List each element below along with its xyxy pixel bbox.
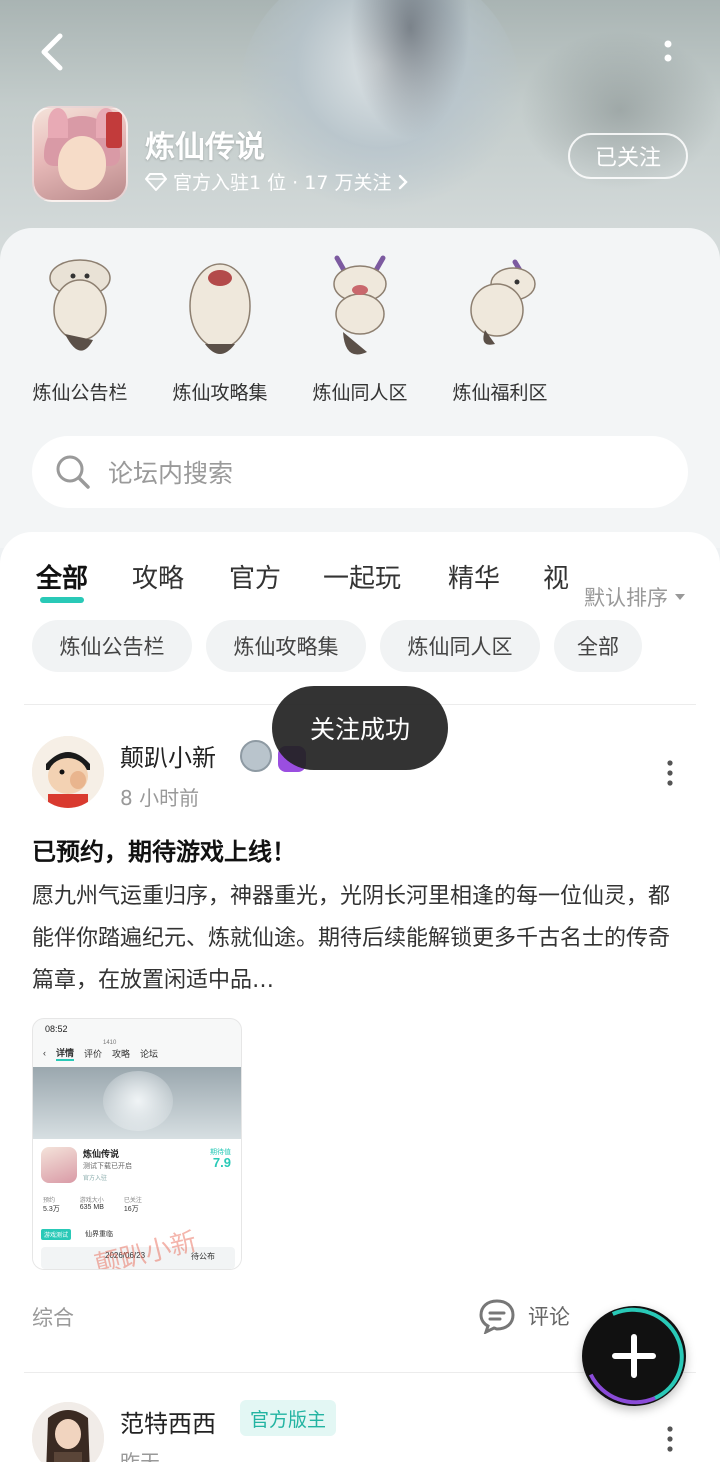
- feed-tabs: 全部 攻略 官方 一起玩 精华 视 默认排序: [0, 554, 720, 612]
- post-time: 昨天: [120, 1450, 160, 1462]
- section-label: 炼仙同人区: [312, 382, 408, 404]
- diamond-icon: [145, 172, 167, 191]
- comment-label: 评论: [528, 1305, 570, 1329]
- thumb-tab: 详情: [56, 1046, 75, 1061]
- header-banner: 炼仙传说 官方入驻1 位 · 17 万关注 已关注: [0, 0, 720, 260]
- avatar[interactable]: [32, 736, 104, 808]
- tab-all[interactable]: 全部: [36, 558, 88, 603]
- create-post-button[interactable]: [582, 1306, 686, 1406]
- post-body[interactable]: 愿九州气运重归序，神器重光，光阴长河里相逢的每一位仙灵，都能伴你踏遍纪元、炼就仙…: [32, 876, 688, 1002]
- thumb-tabs: ‹ 详情 评价 攻略 论坛 1410: [33, 1039, 241, 1067]
- game-meta-link[interactable]: 官方入驻1 位 · 17 万关注: [145, 168, 409, 195]
- thumb-stat: 预约 5.3万: [43, 1198, 60, 1213]
- thumb-review-count: 1410: [103, 1040, 117, 1046]
- post-image-thumbnail[interactable]: 08:52 ‹ 详情 评价 攻略 论坛 1410 炼仙传说 测试下载已开启 官方…: [32, 1018, 242, 1270]
- post-category[interactable]: 综合: [32, 1302, 74, 1332]
- thumb-tab: 论坛: [140, 1048, 159, 1059]
- post-author[interactable]: 颠趴小新: [120, 738, 216, 773]
- game-meta-text: 官方入驻1 位 · 17 万关注: [173, 172, 392, 194]
- chip-all[interactable]: 全部: [554, 620, 642, 672]
- game-title: 炼仙传说: [145, 130, 265, 165]
- post-author[interactable]: 范特西西: [120, 1404, 216, 1439]
- sort-dropdown[interactable]: 默认排序: [580, 582, 686, 612]
- level-badge-icon: [240, 740, 272, 772]
- chevron-left-icon: [41, 33, 63, 71]
- section-announcements[interactable]: 炼仙公告栏: [15, 248, 145, 405]
- comment-button[interactable]: 评论: [478, 1298, 570, 1334]
- tab-guides[interactable]: 攻略: [132, 558, 184, 595]
- sort-label: 默认排序: [584, 586, 668, 610]
- section-label: 炼仙公告栏: [32, 382, 128, 404]
- thumb-score: 7.9: [212, 1155, 231, 1170]
- followed-button[interactable]: 已关注: [568, 133, 688, 179]
- post-time: 8 小时前: [120, 786, 200, 810]
- follow-success-toast: 关注成功: [272, 686, 448, 770]
- thumb-tab: 评价: [84, 1048, 103, 1059]
- thumb-badge: 官方入驻: [83, 1176, 108, 1182]
- chip-fanworks[interactable]: 炼仙同人区: [380, 620, 540, 672]
- caret-down-icon: [675, 594, 685, 600]
- thumb-stat: 已关注 16万: [123, 1198, 142, 1213]
- forum-search-input[interactable]: 论坛内搜索: [32, 436, 688, 508]
- chevron-right-icon: [399, 174, 409, 189]
- thumb-tab: 攻略: [112, 1048, 131, 1059]
- mascot-icon: [455, 248, 545, 364]
- search-placeholder: 论坛内搜索: [108, 459, 234, 488]
- section-fanworks[interactable]: 炼仙同人区: [295, 248, 425, 405]
- thumb-back-icon: ‹: [43, 1048, 46, 1058]
- thumb-stat: 游戏大小 635 MB: [79, 1198, 104, 1211]
- post-more-button[interactable]: [664, 1424, 676, 1454]
- thumb-test-name: 仙界重临: [85, 1231, 113, 1238]
- post-more-button[interactable]: [664, 758, 676, 788]
- back-button[interactable]: [34, 30, 74, 74]
- thumb-test-tag: 游戏测试: [41, 1229, 72, 1240]
- thumb-banner: [33, 1067, 241, 1139]
- comment-icon: [479, 1299, 515, 1334]
- more-vertical-icon: [664, 40, 672, 62]
- thumb-subtitle: 测试下载已开启: [83, 1163, 132, 1170]
- mascot-icon: [175, 248, 265, 364]
- post-title[interactable]: 已预约，期待游戏上线！: [32, 832, 296, 867]
- mascot-icon: [315, 248, 405, 364]
- moderator-badge: 官方版主: [240, 1400, 337, 1436]
- banner-artwork-figure: [350, 0, 470, 140]
- section-label: 炼仙福利区: [452, 382, 548, 404]
- game-icon: [32, 106, 128, 202]
- more-vertical-icon: [667, 1426, 673, 1452]
- search-icon: [56, 455, 90, 489]
- more-options-button[interactable]: [656, 36, 680, 70]
- mascot-icon: [35, 248, 125, 364]
- tab-play-together[interactable]: 一起玩: [323, 558, 401, 595]
- more-vertical-icon: [667, 760, 673, 786]
- section-guides[interactable]: 炼仙攻略集: [155, 248, 285, 405]
- avatar[interactable]: [32, 1402, 104, 1462]
- plus-icon: [612, 1334, 656, 1378]
- section-rewards[interactable]: 炼仙福利区: [435, 248, 565, 405]
- tab-official[interactable]: 官方: [229, 558, 281, 595]
- chip-guides[interactable]: 炼仙攻略集: [206, 620, 366, 672]
- tab-video-partial[interactable]: 视: [543, 558, 569, 595]
- chip-announcements[interactable]: 炼仙公告栏: [32, 620, 192, 672]
- thumb-game-name: 炼仙传说: [83, 1149, 120, 1159]
- thumb-status-time: 08:52: [45, 1024, 68, 1034]
- tab-featured[interactable]: 精华: [448, 558, 500, 595]
- section-label: 炼仙攻略集: [172, 382, 268, 404]
- thumb-game-icon: [41, 1147, 77, 1183]
